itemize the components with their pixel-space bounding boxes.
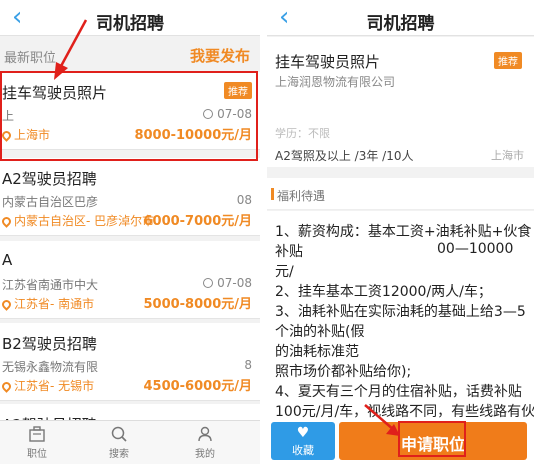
welfare-line: 2、挂车基本工资12000/两人/车；: [275, 284, 492, 300]
welfare-line: 的油耗标准范: [275, 344, 359, 360]
job-list-item[interactable]: A2驾驶员招聘 内蒙古自治区巴彦 08 内蒙古自治区- 巴彦淖尔市 6000-7…: [0, 158, 260, 236]
tab-label: 搜索: [109, 449, 129, 460]
welfare-line: 3、油耗补贴在实际油耗的基础上给3—5: [275, 304, 526, 320]
welfare-line: 4、夏天有三个月的住宿补贴，话费补贴: [275, 384, 522, 400]
location-pin-icon: [0, 298, 13, 311]
section-label: 最新职位: [4, 51, 57, 66]
job-salary: 4500-6000元/月: [143, 379, 252, 394]
location-pin-icon: [0, 380, 13, 393]
welfare-line: 照市场价都补贴给你);: [275, 364, 412, 380]
job-list-item[interactable]: A 江苏省南通市中大 07-08 江苏省- 南通市 5000-8000元/月: [0, 241, 260, 319]
job-detail-screen: ‹ 司机招聘 挂车驾驶员照片 推荐 上海润恩物流有限公司 学历：不限 A2驾照及…: [267, 0, 534, 464]
job-detail-card: 挂车驾驶员照片 推荐 上海润恩物流有限公司 学历：不限 A2驾照及以上 /3年 …: [267, 37, 534, 167]
clock-icon: [203, 278, 214, 288]
welfare-line: 100元/月/车，视线路不同，有些线路有伙: [275, 404, 534, 420]
tab-jobs[interactable]: 职位: [12, 425, 62, 460]
job-title: 挂车驾驶员照片: [275, 53, 381, 71]
tab-bar: 职位 搜索 我的: [0, 420, 260, 464]
job-company: 无锡永鑫物流有限: [2, 360, 99, 374]
job-requirement: A2驾照及以上 /3年 /10人: [275, 149, 414, 163]
job-location: 内蒙古自治区- 巴彦淖尔市: [0, 212, 154, 229]
favorite-label: 收藏: [292, 444, 314, 457]
tab-search[interactable]: 搜索: [94, 425, 144, 460]
publish-job-link[interactable]: 我要发布: [190, 45, 250, 66]
welfare-content: 1、薪资构成：基本工资+油耗补贴+伙食 补贴 00—10000 元/ 2、挂车基…: [267, 211, 534, 421]
job-date: 08: [236, 193, 252, 207]
welfare-line: 个油的补贴(假: [275, 324, 365, 340]
job-list-item[interactable]: B2驾驶员招聘 无锡永鑫物流有限 8 江苏省- 无锡市 4500-6000元/月: [0, 323, 260, 401]
welfare-label: 福利待遇: [270, 188, 326, 203]
job-company: 上海润恩物流有限公司: [275, 75, 396, 89]
welfare-line: 1、薪资构成：基本工资+油耗补贴+伙食: [275, 224, 532, 240]
tab-profile[interactable]: 我的: [180, 425, 230, 460]
job-salary: 6000-7000元/月: [143, 214, 252, 229]
job-location: 江苏省- 南通市: [0, 295, 94, 312]
job-company: 江苏省南通市中大: [2, 278, 99, 292]
heart-icon: ♥: [296, 425, 310, 441]
welfare-line: 元/: [275, 264, 294, 280]
nav-bar: ‹ 司机招聘: [267, 0, 534, 36]
recommend-badge: 推荐: [494, 52, 522, 69]
job-date: 07-08: [203, 276, 252, 290]
favorite-button[interactable]: ♥ 收藏: [271, 422, 335, 460]
job-salary: 5000-8000元/月: [143, 297, 252, 312]
job-location: 江苏省- 无锡市: [0, 377, 94, 394]
search-icon: [111, 426, 127, 442]
welfare-line: 补贴: [275, 244, 303, 260]
nav-bar: ‹ 司机招聘: [0, 0, 260, 36]
job-list-screen: ‹ 司机招聘 最新职位 我要发布 挂车驾驶员照片 推荐 上 07-08 上海市 …: [0, 0, 260, 464]
highlight-box: [0, 71, 258, 161]
job-company: 内蒙古自治区巴彦: [2, 195, 99, 209]
job-date: 8: [244, 358, 252, 372]
job-education: 学历：不限: [275, 127, 330, 140]
user-icon: [198, 426, 212, 442]
location-pin-icon: [0, 215, 13, 228]
tab-label: 我的: [195, 449, 215, 460]
welfare-line: 00—10000: [437, 241, 514, 257]
job-location: 上海市: [491, 149, 524, 162]
job-title: B2驾驶员招聘: [2, 335, 97, 353]
section-header: 最新职位 我要发布: [0, 37, 260, 71]
highlight-box: [398, 421, 466, 457]
job-title: A2驾驶员招聘: [2, 170, 97, 188]
page-title: 司机招聘: [366, 14, 435, 34]
welfare-header: 福利待遇: [267, 178, 534, 210]
page-title: 司机招聘: [96, 14, 164, 34]
tab-label: 职位: [27, 449, 47, 460]
briefcase-icon: [29, 426, 45, 442]
job-title: A: [2, 251, 13, 269]
